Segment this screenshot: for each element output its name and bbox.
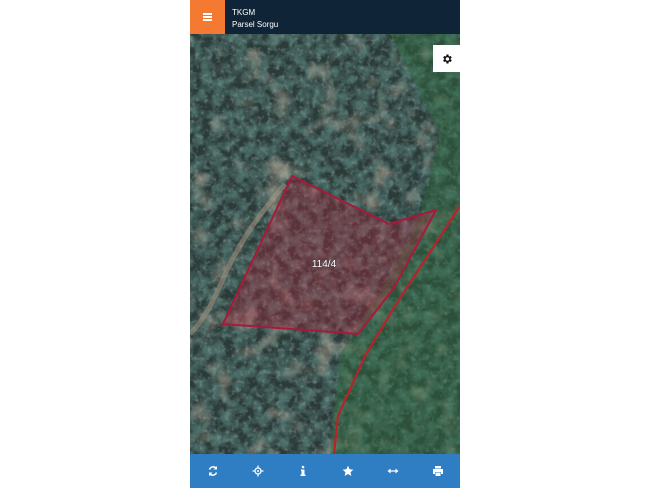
header-titles: TKGM Parsel Sorgu — [232, 7, 278, 31]
hamburger-icon — [203, 13, 212, 21]
print-button[interactable] — [423, 456, 453, 486]
refresh-button[interactable] — [198, 456, 228, 486]
parcel-label: 114/4 — [312, 259, 337, 270]
app-frame: TKGM Parsel Sorgu 114/4 — [190, 0, 460, 488]
locate-icon — [252, 465, 263, 477]
map-canvas[interactable]: 114/4 — [190, 34, 460, 454]
satellite-map[interactable]: 114/4 — [190, 34, 460, 454]
star-icon — [342, 465, 353, 476]
measure-button[interactable] — [378, 456, 408, 486]
app-subtitle: Parsel Sorgu — [232, 20, 279, 29]
info-button[interactable] — [288, 456, 318, 486]
app-header: TKGM Parsel Sorgu — [190, 0, 460, 34]
gear-icon — [442, 54, 452, 63]
print-icon — [432, 466, 443, 476]
menu-button[interactable] — [190, 0, 225, 34]
locate-button[interactable] — [243, 456, 273, 486]
bottom-toolbar — [190, 454, 460, 488]
info-icon — [300, 465, 305, 476]
favorite-button[interactable] — [333, 456, 363, 486]
refresh-icon — [208, 466, 217, 476]
app-name: TKGM — [232, 8, 256, 17]
measure-icon — [387, 468, 398, 474]
settings-button[interactable] — [433, 45, 460, 72]
